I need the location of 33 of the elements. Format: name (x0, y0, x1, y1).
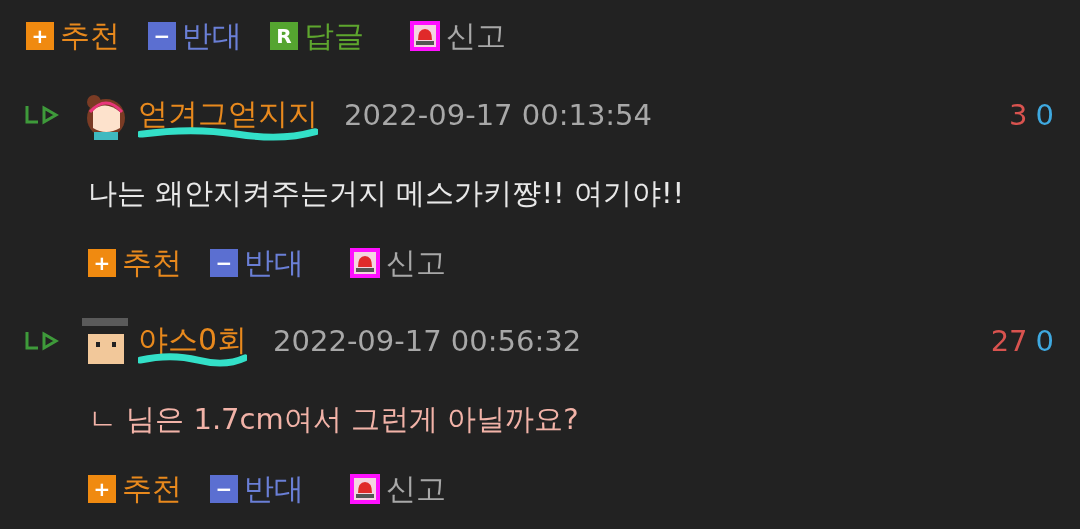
recommend-button[interactable]: + 추천 (88, 474, 182, 504)
badge-icon: + (26, 22, 54, 50)
reply-arrow-icon (24, 330, 60, 352)
oppose-button[interactable]: − 반대 (210, 248, 304, 278)
upvote-count: 3 (1009, 100, 1028, 130)
username[interactable]: 얻겨그얻지지 (138, 96, 318, 131)
badge-icon: R (270, 22, 298, 50)
reply-button[interactable]: R 답글 (270, 21, 364, 51)
badge-icon: − (210, 475, 238, 503)
badge-icon: + (88, 249, 116, 277)
badge-icon: − (210, 249, 238, 277)
badge-icon: + (88, 475, 116, 503)
timestamp: 2022-09-17 00:56:32 (273, 326, 582, 356)
upvote-count: 27 (990, 326, 1028, 356)
report-button[interactable]: 신고 (350, 248, 446, 278)
timestamp: 2022-09-17 00:13:54 (344, 100, 652, 130)
downvote-count: 0 (1035, 326, 1054, 356)
reply-arrow-icon (24, 104, 60, 126)
comment-text: 나는 왜안지켜주는거지 메스가키쨩!! 여기야!! (88, 178, 685, 208)
oppose-button[interactable]: − 반대 (148, 21, 242, 51)
siren-icon (350, 474, 380, 504)
recommend-button[interactable]: + 추천 (88, 248, 182, 278)
badge-icon: − (148, 22, 176, 50)
report-button[interactable]: 신고 (410, 21, 506, 51)
recommend-button[interactable]: + 추천 (26, 21, 120, 51)
report-button[interactable]: 신고 (350, 474, 446, 504)
siren-icon (350, 248, 380, 278)
siren-icon (410, 21, 440, 51)
downvote-count: 0 (1035, 100, 1054, 130)
oppose-button[interactable]: − 반대 (210, 474, 304, 504)
comment-text: ㄴ 님은 1.7cm여서 그런게 아닐까요? (88, 404, 579, 434)
username[interactable]: 야스0회 (138, 322, 248, 357)
avatar-icon (80, 316, 130, 366)
